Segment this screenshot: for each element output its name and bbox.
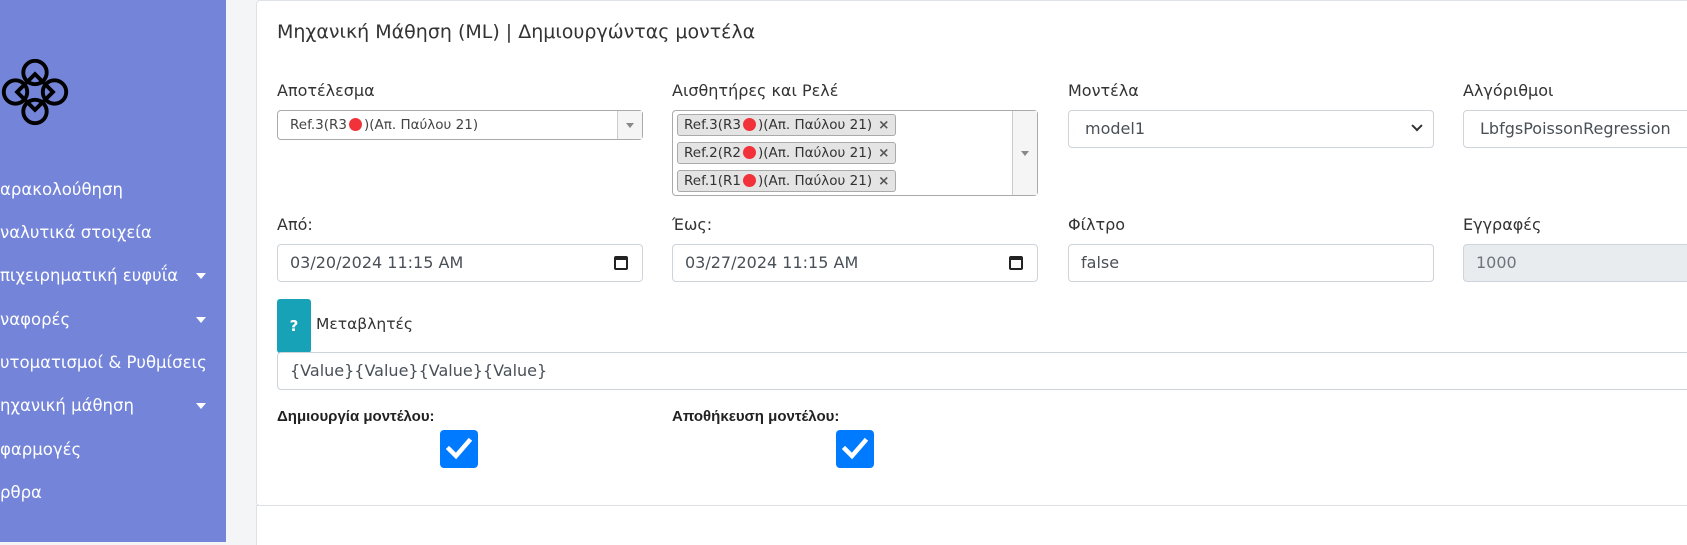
model-creation-card: Μηχανική Μάθηση (ML) | Δημιουργώντας μον… [256, 0, 1687, 506]
sidebar-item-machine-learning[interactable]: ηχανική μάθηση [0, 386, 226, 426]
create-model-checkbox[interactable] [440, 430, 478, 468]
sidebar: αρακολούθηση ναλυτικά στοιχεία πιχειρημα… [0, 0, 226, 542]
chevron-down-icon [1411, 120, 1423, 132]
create-model-label: Δημιουργία μοντέλου: [277, 408, 435, 425]
algorithms-label: Αλγόριθμοι [1463, 81, 1554, 100]
sidebar-item-label: ρθρα [0, 483, 42, 502]
remove-tag-icon[interactable]: × [878, 173, 889, 189]
filter-input[interactable]: false [1068, 244, 1434, 282]
models-select[interactable]: model1 [1068, 110, 1434, 148]
sensor-tag: Ref.2(R2)(Απ. Παύλου 21) × [677, 142, 897, 164]
filter-value: false [1081, 253, 1120, 272]
to-datetime-value: 03/27/2024 11:15 AM [685, 253, 859, 272]
result-selected-value: Ref.3(R3)(Απ. Παύλου 21) [290, 117, 479, 133]
variables-value: {Value}{Value}{Value}{Value} [290, 361, 548, 380]
page-title: Μηχανική Μάθηση (ML) | Δημιουργώντας μον… [277, 21, 756, 43]
sidebar-item-analytics[interactable]: ναλυτικά στοιχεία [0, 213, 226, 253]
remove-tag-icon[interactable]: × [878, 117, 889, 133]
sidebar-item-label: ναλυτικά στοιχεία [0, 223, 152, 242]
sidebar-item-monitoring[interactable]: αρακολούθηση [0, 170, 226, 210]
sensors-multiselect[interactable]: Ref.3(R3)(Απ. Παύλου 21) × Ref.2(R2)(Απ. … [672, 110, 1038, 196]
to-label: Έως: [672, 215, 713, 234]
dropdown-arrow-icon[interactable] [617, 111, 642, 139]
caret-down-icon [196, 403, 206, 409]
remove-tag-icon[interactable]: × [878, 145, 889, 161]
save-model-checkbox[interactable] [836, 430, 874, 468]
sensor-tag: Ref.3(R3)(Απ. Παύλου 21) × [677, 114, 897, 136]
status-dot-icon [742, 146, 756, 159]
sidebar-item-label: ναφορές [0, 310, 71, 329]
save-model-label: Αποθήκευση μοντέλου: [672, 408, 840, 425]
calendar-icon[interactable] [614, 256, 628, 270]
status-dot-icon [742, 174, 756, 187]
result-label: Αποτέλεσμα [277, 81, 375, 100]
sidebar-item-label: ηχανική μάθηση [0, 396, 134, 415]
knot-logo-icon[interactable] [0, 52, 74, 132]
result-select[interactable]: Ref.3(R3)(Απ. Παύλου 21) [277, 110, 643, 140]
from-label: Από: [277, 215, 313, 234]
from-datetime-value: 03/20/2024 11:15 AM [290, 253, 464, 272]
dropdown-arrow-icon[interactable] [1012, 111, 1037, 195]
models-label: Μοντέλα [1068, 81, 1139, 100]
models-selected-value: model1 [1085, 119, 1145, 138]
filter-label: Φίλτρο [1068, 215, 1126, 234]
records-label: Εγγραφές [1463, 215, 1542, 234]
caret-down-icon [196, 273, 206, 279]
sidebar-item-applications[interactable]: φαρμογές [0, 430, 226, 470]
sidebar-item-label: φαρμογές [0, 440, 82, 459]
next-card [256, 505, 1687, 545]
caret-down-icon [196, 317, 206, 323]
sensor-tag: Ref.1(R1)(Απ. Παύλου 21) × [677, 170, 897, 192]
sidebar-item-articles[interactable]: ρθρα [0, 473, 226, 513]
records-input: 1000 [1463, 244, 1687, 282]
sidebar-item-label: αρακολούθηση [0, 180, 123, 199]
from-datetime-input[interactable]: 03/20/2024 11:15 AM [277, 244, 643, 282]
calendar-icon[interactable] [1009, 256, 1023, 270]
algorithms-select[interactable]: LbfgsPoissonRegression [1463, 110, 1687, 148]
checkmark-icon [841, 437, 869, 460]
sidebar-item-label: υτοματισμοί & Ρυθμίσεις [0, 353, 207, 372]
records-value: 1000 [1476, 253, 1517, 272]
sensors-label: Αισθητήρες και Ρελέ [672, 81, 839, 100]
status-dot-icon [742, 118, 756, 131]
sidebar-item-label: πιχειρηματική ευφυΐα [0, 266, 179, 285]
sidebar-item-business-intelligence[interactable]: πιχειρηματική ευφυΐα [0, 256, 226, 296]
variables-input[interactable]: {Value}{Value}{Value}{Value} [277, 352, 1687, 390]
status-dot-icon [348, 118, 362, 131]
sidebar-item-reports[interactable]: ναφορές [0, 300, 226, 340]
to-datetime-input[interactable]: 03/27/2024 11:15 AM [672, 244, 1038, 282]
variables-label: Μεταβλητές [316, 315, 413, 333]
sidebar-item-automations-settings[interactable]: υτοματισμοί & Ρυθμίσεις [0, 343, 226, 383]
checkmark-icon [445, 437, 473, 460]
help-button[interactable]: ? [277, 299, 311, 353]
algorithms-selected-value: LbfgsPoissonRegression [1480, 119, 1671, 138]
